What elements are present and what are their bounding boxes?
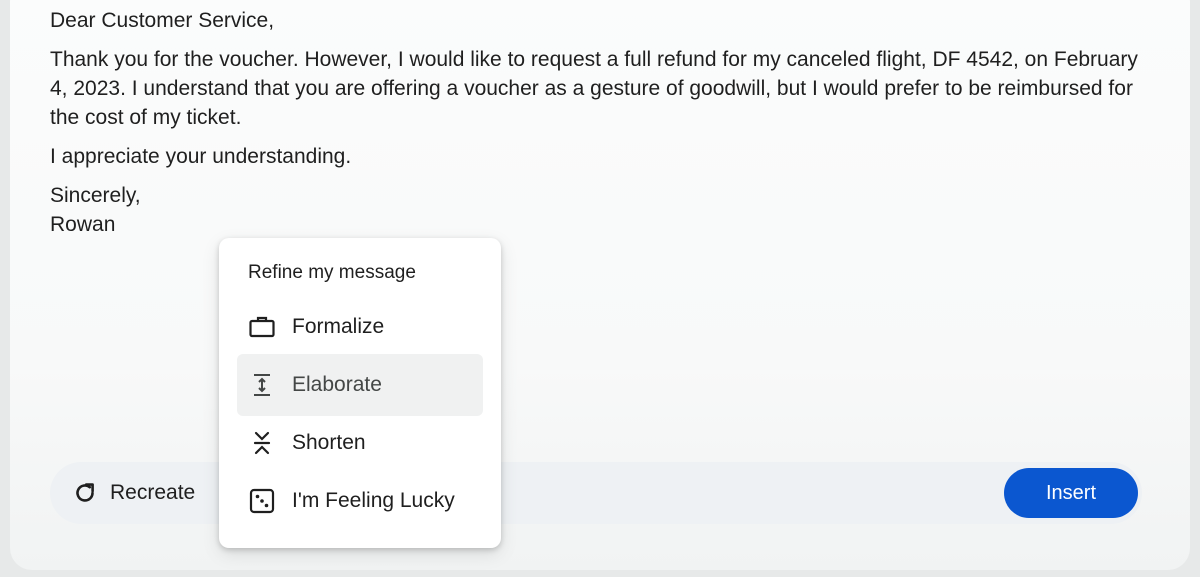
refine-menu: Refine my message Formalize Elaborate Sh…: [219, 238, 501, 548]
shorten-icon: [248, 429, 276, 457]
expand-text-icon: [248, 371, 276, 399]
briefcase-icon: [248, 313, 276, 341]
menu-item-label: Elaborate: [292, 373, 382, 396]
insert-button[interactable]: Insert: [1004, 468, 1138, 518]
action-bar: Recreate Insert: [50, 462, 1142, 524]
email-greeting: Dear Customer Service,: [50, 9, 275, 32]
email-draft[interactable]: Dear Customer Service, Thank you for the…: [50, 6, 1160, 249]
email-paragraph: Thank you for the voucher. However, I wo…: [50, 48, 1138, 129]
email-paragraph: I appreciate your understanding.: [50, 145, 352, 168]
dice-icon: [248, 487, 276, 515]
menu-item-label: Formalize: [292, 315, 385, 338]
menu-item-shorten[interactable]: Shorten: [237, 412, 483, 474]
menu-item-elaborate[interactable]: Elaborate: [237, 354, 483, 416]
menu-item-label: Shorten: [292, 431, 366, 454]
email-signature: Rowan: [50, 213, 116, 236]
email-closing: Sincerely,: [50, 184, 141, 207]
menu-item-formalize[interactable]: Formalize: [237, 296, 483, 358]
menu-item-feeling-lucky[interactable]: I'm Feeling Lucky: [237, 470, 483, 532]
refresh-icon: [72, 480, 98, 506]
menu-item-label: I'm Feeling Lucky: [292, 489, 455, 512]
recreate-button[interactable]: Recreate: [72, 462, 195, 524]
email-signoff: Sincerely, Rowan: [50, 181, 1160, 239]
menu-title: Refine my message: [248, 262, 416, 283]
recreate-label: Recreate: [110, 481, 196, 504]
